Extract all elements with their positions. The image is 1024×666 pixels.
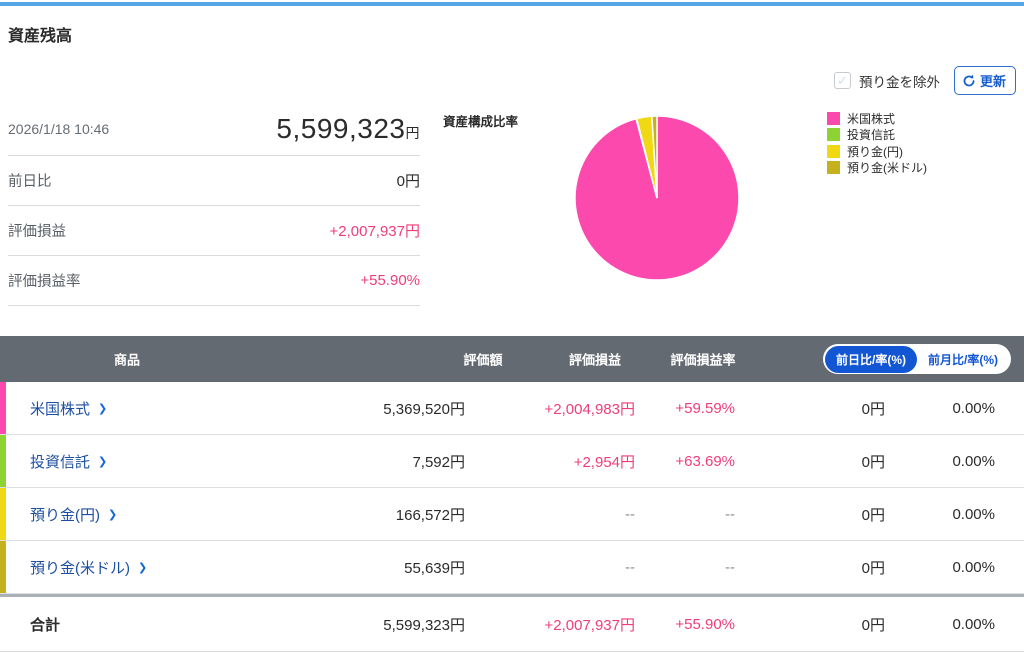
legend-item-mutual-funds: 投資信託 bbox=[827, 127, 927, 144]
pie-legend: 米国株式 投資信託 預り金(円) 預り金(米ドル) bbox=[827, 110, 927, 176]
table-row-deposit-usd: 預り金(米ドル) ❯ 55,639円 -- -- 0円 0.00% bbox=[0, 541, 1024, 594]
pl-cell: +2,004,983円 bbox=[544, 400, 636, 418]
row-link-deposit-usd[interactable]: 預り金(米ドル) ❯ bbox=[0, 557, 260, 578]
legend-swatch bbox=[827, 128, 840, 142]
top-accent-bar bbox=[0, 2, 1024, 6]
total-label: 合計 bbox=[30, 616, 61, 634]
valuation-cell: 7,592円 bbox=[412, 453, 465, 471]
day-change-cell: 0円 bbox=[861, 400, 885, 418]
chevron-right-icon: ❯ bbox=[98, 402, 108, 415]
refresh-button[interactable]: 更新 bbox=[953, 66, 1016, 95]
day-rate-cell: 0.00% bbox=[952, 505, 995, 523]
valuation-pl-row: 評価損益 +2,007,937円 bbox=[8, 206, 420, 256]
pl-rate-cell: +55.90% bbox=[675, 615, 735, 633]
legend-swatch bbox=[827, 161, 840, 175]
table-row-deposit-jpy: 預り金(円) ❯ 166,572円 -- -- 0円 0.00% bbox=[0, 488, 1024, 541]
pl-cell: -- bbox=[625, 558, 635, 576]
legend-swatch bbox=[827, 111, 840, 125]
refresh-button-label: 更新 bbox=[979, 74, 1006, 89]
day-change-label: 前日比 bbox=[8, 174, 52, 190]
legend-label: 投資信託 bbox=[847, 128, 896, 143]
valuation-pl-value: +2,007,937円 bbox=[329, 223, 421, 240]
legend-label: 預り金(円) bbox=[847, 144, 903, 159]
page-title: 資産残高 bbox=[8, 28, 73, 45]
day-rate-cell: 0.00% bbox=[952, 452, 995, 470]
toggle-month-change-rate[interactable]: 前月比/率(%) bbox=[917, 345, 1009, 373]
day-change-value: 0円 bbox=[396, 173, 420, 190]
valuation-pl-rate-row: 評価損益率 +55.90% bbox=[8, 256, 420, 306]
day-rate-cell: 0.00% bbox=[952, 558, 995, 576]
day-rate-cell: 0.00% bbox=[952, 615, 995, 633]
row-link-us-stocks[interactable]: 米国株式 ❯ bbox=[0, 398, 260, 419]
pl-rate-cell: -- bbox=[725, 505, 735, 523]
valuation-cell: 5,369,520円 bbox=[383, 400, 465, 418]
pl-cell: +2,954円 bbox=[573, 453, 635, 471]
legend-item-us-stocks: 米国株式 bbox=[827, 110, 927, 127]
currency-unit: 円 bbox=[405, 125, 420, 141]
asset-pie-chart bbox=[573, 114, 741, 282]
refresh-icon bbox=[963, 74, 975, 86]
exclude-deposits-checkbox[interactable]: ✓ 預り金を除外 bbox=[833, 71, 940, 91]
as-of-timestamp: 2026/1/18 10:46 bbox=[8, 121, 110, 137]
chevron-right-icon: ❯ bbox=[98, 455, 108, 468]
table-row-total: 合計 5,599,323円 +2,007,937円 +55.90% 0円 0.0… bbox=[0, 594, 1024, 652]
day-change-cell: 0円 bbox=[861, 559, 885, 577]
day-change-cell: 0円 bbox=[861, 506, 885, 524]
day-change-cell: 0円 bbox=[861, 453, 885, 471]
exclude-deposits-label: 預り金を除外 bbox=[858, 74, 940, 90]
day-rate-cell: 0.00% bbox=[952, 399, 995, 417]
summary-total-row: 2026/1/18 10:46 5,599,323円 bbox=[8, 103, 420, 156]
valuation-cell: 5,599,323円 bbox=[383, 616, 465, 634]
day-change-cell: 0円 bbox=[861, 616, 885, 634]
asset-balance-page: 資産残高 ✓ 預り金を除外 更新 2026/1/18 10:46 5,599,3… bbox=[0, 0, 1024, 666]
toggle-day-change-rate[interactable]: 前日比/率(%) bbox=[825, 345, 917, 373]
valuation-cell: 166,572円 bbox=[395, 506, 465, 524]
table-header: 商品 評価額 評価損益 評価損益率 前日比/率(%) 前月比/率(%) bbox=[0, 336, 1024, 382]
legend-item-deposit-usd: 預り金(米ドル) bbox=[827, 160, 927, 177]
valuation-pl-label: 評価損益 bbox=[8, 224, 66, 240]
header-pl: 評価損益 bbox=[568, 352, 622, 368]
legend-swatch bbox=[827, 144, 840, 158]
table-row-mutual-funds: 投資信託 ❯ 7,592円 +2,954円 +63.69% 0円 0.00% bbox=[0, 435, 1024, 488]
row-link-mutual-funds[interactable]: 投資信託 ❯ bbox=[0, 451, 260, 472]
header-pl-rate: 評価損益率 bbox=[670, 352, 736, 368]
period-toggle: 前日比/率(%) 前月比/率(%) bbox=[823, 344, 1011, 374]
row-color-bar bbox=[0, 435, 6, 487]
total-asset-amount: 5,599,323円 bbox=[276, 113, 420, 144]
legend-label: 米国株式 bbox=[847, 111, 896, 126]
table-row-us-stocks: 米国株式 ❯ 5,369,520円 +2,004,983円 +59.59% 0円 … bbox=[0, 382, 1024, 435]
pl-rate-cell: -- bbox=[725, 558, 735, 576]
valuation-pl-rate-label: 評価損益率 bbox=[8, 274, 81, 290]
day-change-row: 前日比 0円 bbox=[8, 156, 420, 206]
header-product: 商品 bbox=[113, 352, 141, 368]
header-controls: ✓ 預り金を除外 更新 bbox=[833, 66, 1016, 95]
summary-panel: 2026/1/18 10:46 5,599,323円 前日比 0円 評価損益 +… bbox=[8, 103, 420, 306]
pl-cell: -- bbox=[625, 505, 635, 523]
asset-table: 商品 評価額 評価損益 評価損益率 前日比/率(%) 前月比/率(%) 米国株式… bbox=[0, 336, 1024, 652]
pl-rate-cell: +59.59% bbox=[675, 399, 735, 417]
chevron-right-icon: ❯ bbox=[138, 561, 148, 574]
valuation-cell: 55,639円 bbox=[404, 559, 465, 577]
checkbox-box[interactable]: ✓ bbox=[833, 72, 851, 89]
legend-item-deposit-jpy: 預り金(円) bbox=[827, 143, 927, 160]
pl-cell: +2,007,937円 bbox=[544, 616, 636, 634]
pl-rate-cell: +63.69% bbox=[675, 452, 735, 470]
header-valuation: 評価額 bbox=[463, 352, 503, 368]
checkmark-icon: ✓ bbox=[837, 73, 848, 88]
valuation-pl-rate-value: +55.90% bbox=[360, 272, 420, 289]
pie-chart-title: 資産構成比率 bbox=[443, 115, 519, 129]
row-color-bar bbox=[0, 382, 6, 434]
row-color-bar bbox=[0, 488, 6, 540]
row-color-bar bbox=[0, 541, 6, 593]
legend-label: 預り金(米ドル) bbox=[847, 161, 927, 176]
row-link-deposit-jpy[interactable]: 預り金(円) ❯ bbox=[0, 504, 260, 525]
chevron-right-icon: ❯ bbox=[108, 508, 118, 521]
